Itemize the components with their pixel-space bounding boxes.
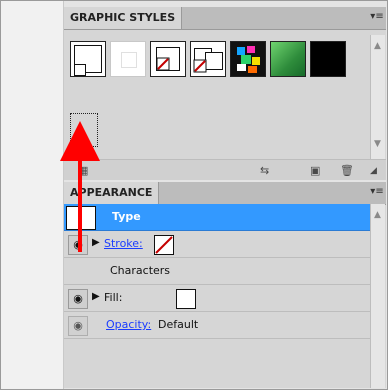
- graphic-styles-header: GRAPHIC STYLES ▾≡: [64, 7, 386, 30]
- delete-icon[interactable]: 🗑: [340, 164, 354, 177]
- scroll-down-icon[interactable]: ▼: [374, 139, 381, 149]
- visibility-eye-icon[interactable]: ◉: [68, 316, 88, 336]
- illustrator-panels-frame: GRAPHIC STYLES ▾≡ ▲ ▼ ▦ ⇆ ▣ 🗑 ◢ APPEARAN…: [0, 0, 388, 390]
- appearance-type-label: Type: [112, 210, 141, 223]
- visibility-eye-icon[interactable]: ◉: [68, 235, 88, 255]
- break-link-icon[interactable]: ⇆: [260, 164, 269, 177]
- appearance-row-characters[interactable]: Characters: [64, 258, 370, 285]
- style-libraries-icon[interactable]: ▦: [78, 164, 88, 177]
- fill-label: Fill:: [104, 291, 123, 304]
- appearance-row-opacity[interactable]: ◉ Opacity: Default: [64, 312, 370, 339]
- appearance-row-type[interactable]: Type: [64, 204, 370, 231]
- graphic-styles-swatch-area: [66, 35, 370, 147]
- expand-triangle-icon[interactable]: ▶: [92, 291, 100, 302]
- stroke-link[interactable]: Stroke:: [104, 237, 143, 250]
- graphic-style-blank-swatch[interactable]: [110, 41, 146, 77]
- graphic-style-green-swatch[interactable]: [270, 41, 306, 77]
- opacity-link[interactable]: Opacity:: [106, 318, 151, 331]
- appearance-menu-icon[interactable]: ▾≡: [370, 186, 384, 198]
- appearance-panel: APPEARANCE ▾≡ Type ◉ ▶ Stroke: Character…: [64, 182, 386, 388]
- appearance-header: APPEARANCE ▾≡: [64, 182, 386, 205]
- stroke-none-swatch[interactable]: [154, 235, 174, 255]
- graphic-style-black-swatch[interactable]: [310, 41, 346, 77]
- graphic-styles-toolbar: ▦ ⇆ ▣ 🗑 ◢: [64, 159, 386, 180]
- scroll-up-icon[interactable]: ▲: [374, 210, 381, 220]
- appearance-row-stroke[interactable]: ◉ ▶ Stroke:: [64, 231, 370, 258]
- new-graphic-style-icon[interactable]: ▣: [310, 164, 320, 177]
- graphic-style-pattern-swatch[interactable]: [230, 41, 266, 77]
- appearance-scrollbar[interactable]: ▲: [370, 204, 385, 388]
- opacity-value: Default: [158, 318, 199, 331]
- scroll-up-icon[interactable]: ▲: [374, 41, 381, 51]
- fill-white-swatch[interactable]: [176, 289, 196, 309]
- graphic-style-default-swatch[interactable]: [70, 41, 106, 77]
- type-thumbnail: [66, 206, 96, 230]
- workspace-left-gutter: [1, 1, 64, 389]
- characters-label: Characters: [110, 264, 171, 277]
- graphic-style-double-swatch[interactable]: [190, 41, 226, 77]
- graphic-style-none-fill-swatch[interactable]: [150, 41, 186, 77]
- resize-grip-icon[interactable]: ◢: [370, 166, 377, 176]
- appearance-row-fill[interactable]: ◉ ▶ Fill:: [64, 285, 370, 312]
- visibility-eye-icon[interactable]: ◉: [68, 289, 88, 309]
- appearance-tab[interactable]: APPEARANCE: [64, 182, 160, 204]
- panel-menu-icon[interactable]: ▾≡: [370, 11, 384, 23]
- graphic-styles-scrollbar[interactable]: ▲ ▼: [370, 35, 385, 159]
- expand-triangle-icon[interactable]: ▶: [92, 237, 100, 248]
- graphic-styles-tab[interactable]: GRAPHIC STYLES: [64, 7, 183, 29]
- graphic-styles-panel: GRAPHIC STYLES ▾≡ ▲ ▼ ▦ ⇆ ▣ 🗑 ◢: [64, 7, 386, 180]
- dotted-drop-placeholder: [70, 113, 98, 147]
